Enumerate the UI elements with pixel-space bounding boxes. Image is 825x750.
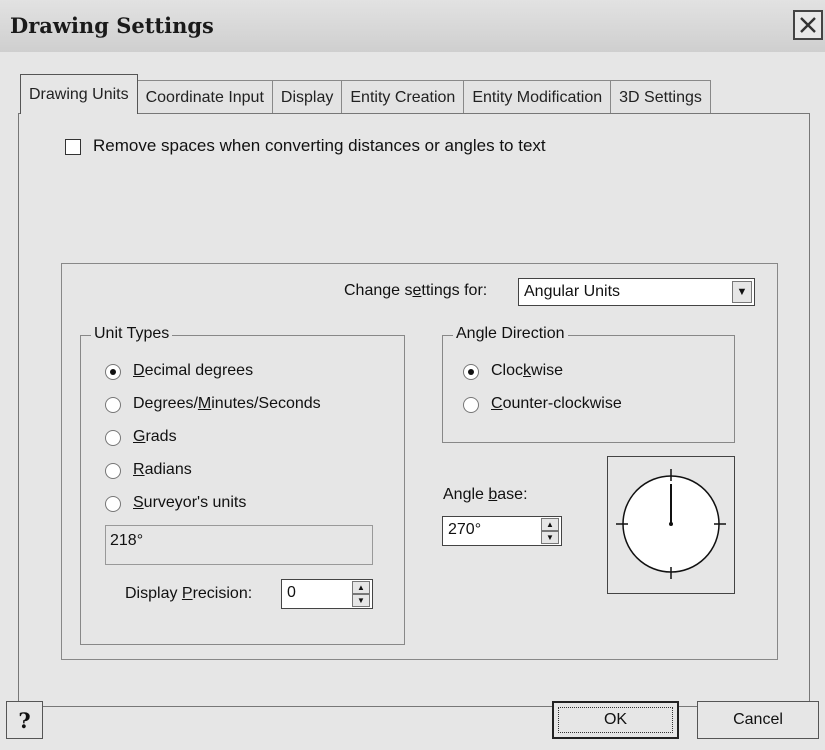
change-settings-label: Change settings for: <box>344 282 488 299</box>
radio-surveyors-units[interactable] <box>105 496 121 512</box>
display-precision-label: Display Precision: <box>125 585 253 602</box>
close-button[interactable] <box>793 10 823 40</box>
title-bar: Drawing Settings <box>0 0 825 52</box>
spinner-buttons: ▲ ▼ <box>352 581 370 607</box>
tab-entity-creation[interactable]: Entity Creation <box>341 80 465 114</box>
dialog-body: Drawing Units Coordinate Input Display E… <box>0 52 825 750</box>
dropdown-arrow-button[interactable]: ▼ <box>732 281 752 303</box>
angle-base-value: 270° <box>448 521 482 538</box>
label-grads: Grads <box>133 428 177 445</box>
change-settings-select[interactable]: Angular Units ▼ <box>518 278 755 306</box>
cancel-button[interactable]: Cancel <box>697 701 819 739</box>
label-decimal-degrees: Decimal degrees <box>133 362 254 379</box>
change-settings-value: Angular Units <box>524 283 621 300</box>
tab-strip: Drawing Units Coordinate Input Display E… <box>20 74 711 114</box>
settings-group: Change settings for: Angular Units ▼ Uni… <box>61 263 778 660</box>
focus-ring <box>558 707 673 733</box>
help-button[interactable]: ? <box>6 701 43 739</box>
chevron-down-icon: ▼ <box>736 286 748 298</box>
unit-types-group: Unit Types Decimal degrees Degrees/Minut… <box>80 325 405 645</box>
label-surveyors-units: Surveyor's units <box>133 494 247 511</box>
angle-base-label: Angle base: <box>443 486 528 503</box>
tab-panel: Remove spaces when converting distances … <box>18 113 810 707</box>
angle-preview <box>607 456 735 594</box>
label-clockwise: Clockwise <box>491 362 564 379</box>
angle-direction-title: Angle Direction <box>453 325 568 343</box>
unit-sample-readout: 218° <box>105 525 373 565</box>
spinner-down-icon[interactable]: ▼ <box>352 594 370 607</box>
tab-drawing-units[interactable]: Drawing Units <box>20 74 138 114</box>
spinner-up-icon[interactable]: ▲ <box>352 581 370 594</box>
ok-button[interactable]: OK <box>552 701 679 739</box>
tab-display[interactable]: Display <box>271 80 343 114</box>
radio-counter-clockwise[interactable] <box>463 397 479 413</box>
tab-coordinate-input[interactable]: Coordinate Input <box>136 80 273 114</box>
spinner-buttons: ▲ ▼ <box>541 518 559 544</box>
tab-entity-modification[interactable]: Entity Modification <box>463 80 612 114</box>
display-precision-value: 0 <box>287 584 296 601</box>
radio-clockwise[interactable] <box>463 364 479 380</box>
tab-3d-settings[interactable]: 3D Settings <box>610 80 711 114</box>
spinner-down-icon[interactable]: ▼ <box>541 531 559 544</box>
remove-spaces-checkbox[interactable] <box>65 139 81 155</box>
close-icon <box>800 17 816 33</box>
unit-types-title: Unit Types <box>91 325 173 343</box>
radio-degrees-minutes-seconds[interactable] <box>105 397 121 413</box>
label-counter-clockwise: Counter-clockwise <box>491 395 622 412</box>
angle-dial-icon <box>616 469 726 579</box>
window-title: Drawing Settings <box>10 13 214 38</box>
spinner-up-icon[interactable]: ▲ <box>541 518 559 531</box>
radio-radians[interactable] <box>105 463 121 479</box>
label-degrees-minutes-seconds: Degrees/Minutes/Seconds <box>133 395 321 412</box>
label-radians: Radians <box>133 461 192 478</box>
radio-grads[interactable] <box>105 430 121 446</box>
angle-base-spinner[interactable]: 270° ▲ ▼ <box>442 516 562 546</box>
radio-decimal-degrees[interactable] <box>105 364 121 380</box>
remove-spaces-label: Remove spaces when converting distances … <box>93 136 546 155</box>
display-precision-spinner[interactable]: 0 ▲ ▼ <box>281 579 373 609</box>
angle-direction-group: Angle Direction Clockwise Counter-clockw… <box>442 325 735 443</box>
